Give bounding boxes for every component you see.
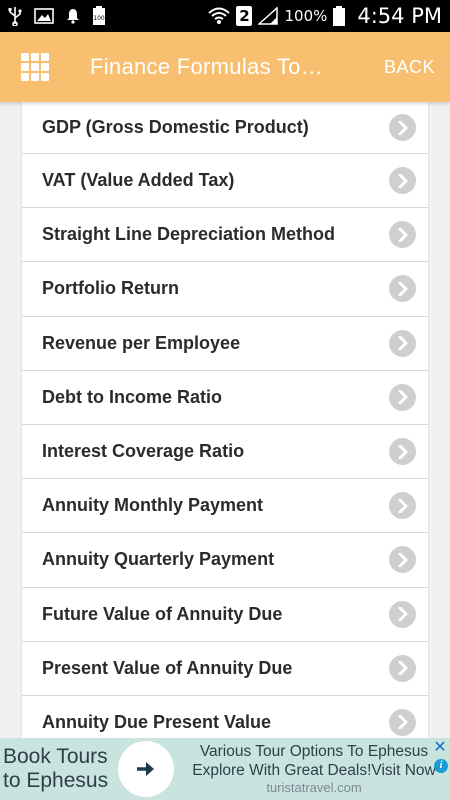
grid-menu-icon[interactable] [21,53,49,81]
svg-text:100: 100 [93,15,105,22]
chevron-right-icon [389,329,416,357]
list-item[interactable]: Future Value of Annuity Due [22,588,428,642]
list-item-label: Straight Line Depreciation Method [42,224,336,245]
ad-body: Various Tour Options To Ephesus Explore … [192,743,436,779]
list-item[interactable]: Annuity Monthly Payment [22,479,428,534]
chevron-right-icon [389,708,416,736]
list-item[interactable]: Present Value of Annuity Due [22,642,428,696]
list-item-label: VAT (Value Added Tax) [42,170,235,191]
list-item-label: Debt to Income Ratio [42,386,223,407]
ad-domain: turistatravel.com [266,780,362,795]
chevron-right-icon [389,438,416,466]
chevron-right-icon [389,383,416,411]
chevron-right-icon [389,114,416,141]
info-icon[interactable]: i [434,759,448,773]
list-item[interactable]: Revenue per Employee [22,317,428,371]
list-item-label: GDP (Gross Domestic Product) [42,117,309,137]
chevron-right-icon [389,600,416,628]
ad-text[interactable]: Various Tour Options To Ephesus Explore … [174,742,450,796]
list-item[interactable]: Debt to Income Ratio [22,371,428,425]
list-item[interactable]: Straight Line Depreciation Method [22,208,428,263]
list-item-label: Annuity Due Present Value [42,711,272,732]
battery-icon [333,6,346,26]
list-item-label: Future Value of Annuity Due [42,603,283,624]
list-item-label: Revenue per Employee [42,332,241,353]
battery-percent: 100% [284,7,328,25]
wifi-icon [208,7,231,25]
image-icon [34,8,54,24]
chevron-right-icon [389,654,416,682]
page-title: Finance Formulas To… [90,54,324,79]
list-item[interactable]: VAT (Value Added Tax) [22,154,428,209]
close-icon[interactable]: ✕ [432,739,448,755]
chevron-right-icon [389,275,416,303]
chevron-right-icon [389,546,416,574]
list-item[interactable]: Annuity Quarterly Payment [22,533,428,588]
back-button[interactable]: BACK [384,57,435,78]
list-item[interactable]: GDP (Gross Domestic Product) [22,102,428,154]
battery-100-icon: 100 [92,6,106,26]
list-item[interactable]: Annuity Due Present Value [22,696,428,738]
signal-icon [258,7,279,25]
chevron-right-icon [389,492,416,520]
list-item-label: Annuity Monthly Payment [42,495,264,516]
list-item-label: Interest Coverage Ratio [42,441,245,462]
arrow-right-icon[interactable] [118,741,174,797]
list-item-label: Annuity Quarterly Payment [42,549,275,570]
ad-banner[interactable]: Book Tours to Ephesus Various Tour Optio… [0,738,450,800]
chevron-right-icon [389,167,416,195]
status-bar: 100 2 100% 4:54 PM [0,0,450,32]
formula-list: GDP (Gross Domestic Product) VAT (Value A… [21,102,429,738]
sim-slot-badge: 2 [236,6,253,26]
list-item-label: Portfolio Return [42,278,179,299]
chevron-right-icon [389,221,416,249]
list-item-label: Present Value of Annuity Due [42,657,293,678]
clock: 4:54 PM [357,4,442,28]
list-item[interactable]: Portfolio Return [22,262,428,317]
notification-bell-icon [66,8,80,24]
usb-icon [8,6,22,26]
ad-title[interactable]: Book Tours to Ephesus [0,745,118,793]
list-item[interactable]: Interest Coverage Ratio [22,425,428,480]
app-bar: Finance Formulas To… BACK [0,32,450,102]
